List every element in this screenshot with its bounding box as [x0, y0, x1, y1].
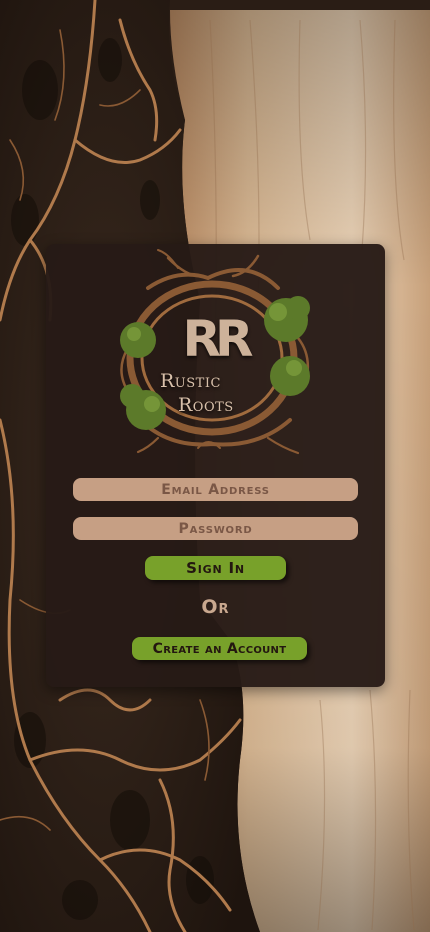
rustic-roots-logo: RR Rustic Roots: [108, 248, 322, 456]
logo-word-rustic: Rustic: [160, 370, 221, 392]
login-screen: RR Rustic Roots Sign In Or Create an Acc…: [0, 0, 430, 932]
password-field[interactable]: [73, 517, 358, 540]
or-divider-label: Or: [201, 596, 230, 618]
email-field[interactable]: [73, 478, 358, 501]
logo-monogram: RR: [182, 310, 253, 368]
login-card: RR Rustic Roots Sign In Or Create an Acc…: [46, 244, 385, 687]
create-account-button[interactable]: Create an Account: [132, 637, 307, 660]
sign-in-button[interactable]: Sign In: [145, 556, 286, 580]
logo-word-roots: Roots: [178, 394, 234, 416]
